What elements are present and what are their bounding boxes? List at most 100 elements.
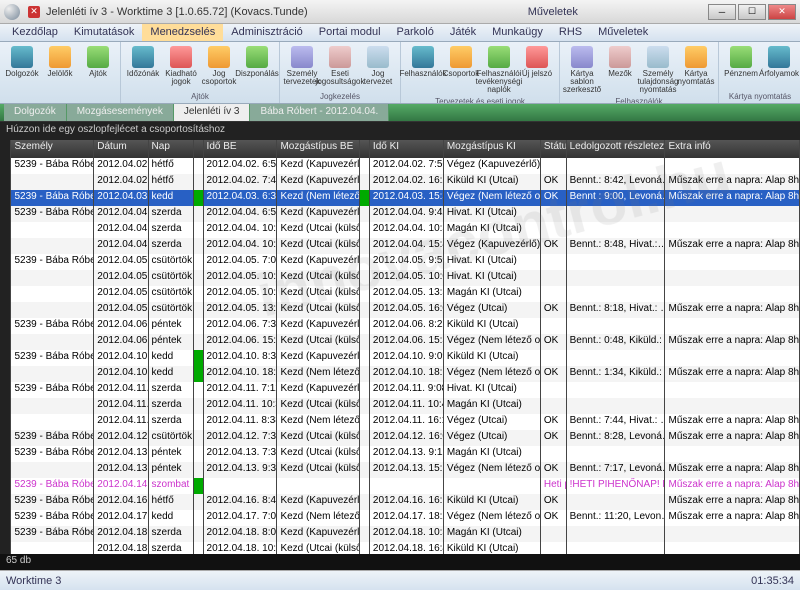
ribbon-mezők[interactable]: Mezők bbox=[602, 44, 638, 96]
cell: Kezd (Utcai (külső ol… bbox=[277, 446, 360, 462]
table-row[interactable]: 2012.04.04.szerda2012.04.04. 10:16Kezd (… bbox=[0, 222, 800, 238]
table-row[interactable]: 2012.04.11.szerda2012.04.11. 10:39Kezd (… bbox=[0, 398, 800, 414]
menu-kimutatások[interactable]: Kimutatások bbox=[66, 24, 143, 41]
quick-close-icon[interactable]: ✕ bbox=[28, 6, 40, 18]
table-row[interactable]: 5239 - Bába Róbert2012.04.12.csütörtök20… bbox=[0, 430, 800, 446]
cell: Kezd (Kapuvezérlő) bbox=[277, 174, 360, 190]
menu-parkoló[interactable]: Parkoló bbox=[389, 24, 442, 41]
table-row[interactable]: 2012.04.05.csütörtök2012.04.05. 10:04Kez… bbox=[0, 286, 800, 302]
col-header[interactable]: Státusz bbox=[541, 140, 567, 158]
ribbon-dolgozók[interactable]: Dolgozók bbox=[4, 44, 40, 100]
menu-játék[interactable]: Játék bbox=[442, 24, 484, 41]
minimize-button[interactable]: ─ bbox=[708, 4, 736, 20]
col-header[interactable]: Idő KI bbox=[370, 140, 444, 158]
ribbon-jelölők[interactable]: Jelölők bbox=[42, 44, 78, 100]
ribbon-időzónák[interactable]: Időzónák bbox=[125, 44, 161, 91]
col-header[interactable]: Idő BE bbox=[204, 140, 278, 158]
col-header[interactable] bbox=[360, 140, 370, 158]
col-header[interactable]: Ledolgozott részletez bbox=[567, 140, 666, 158]
cell: !HETI PIHENŐNAP! Le… bbox=[567, 478, 666, 494]
table-row[interactable]: 2012.04.02.hétfő2012.04.02. 7:42Kezd (Ka… bbox=[0, 174, 800, 190]
cell: Kezd (Kapuvezérlő) bbox=[277, 382, 360, 398]
table-row[interactable]: 2012.04.18.szerda2012.04.18. 10:34Kezd (… bbox=[0, 542, 800, 554]
menu-menedzselés[interactable]: Menedzselés bbox=[142, 24, 223, 41]
ribbon-új-jelszó[interactable]: Új jelszó bbox=[519, 44, 555, 96]
tab-dolgozók[interactable]: Dolgozók bbox=[4, 104, 67, 121]
table-row[interactable]: 5239 - Bába Róbert2012.04.11.szerda2012.… bbox=[0, 382, 800, 398]
table-row[interactable]: 2012.04.10.kedd2012.04.10. 18:15Kezd (Ne… bbox=[0, 366, 800, 382]
tab-mozgásesemények[interactable]: Mozgásesemények bbox=[67, 104, 174, 121]
ribbon-jog-tervezet[interactable]: Jog tervezet bbox=[360, 44, 396, 91]
table-row[interactable]: 5239 - Bába Róbert2012.04.14.szombatHeti… bbox=[0, 478, 800, 494]
table-row[interactable]: 5239 - Bába Róbert2012.04.16.hétfő2012.0… bbox=[0, 494, 800, 510]
ribbon-jog-csoportok[interactable]: Jog csoportok bbox=[201, 44, 237, 91]
table-row[interactable]: 5239 - Bába Róbert2012.04.06.péntek2012.… bbox=[0, 318, 800, 334]
cell: Műszak erre a napra: Alap 8h (Törz… bbox=[665, 366, 800, 382]
cell: 2012.04.10. bbox=[94, 366, 148, 382]
col-header[interactable]: Mozgástípus KI bbox=[444, 140, 541, 158]
cell: Kezd (Utcai (külső ol… bbox=[277, 270, 360, 286]
col-header[interactable]: Extra infó bbox=[665, 140, 800, 158]
table-row[interactable]: 5239 - Bába Róbert2012.04.03.kedd2012.04… bbox=[0, 190, 800, 206]
ribbon-ajtók[interactable]: Ajtók bbox=[80, 44, 116, 100]
cell bbox=[541, 206, 567, 222]
col-header[interactable]: Személy bbox=[11, 140, 94, 158]
cell: Végez (Nem létező olvasó) bbox=[444, 510, 541, 526]
col-header[interactable]: Nap bbox=[149, 140, 194, 158]
cell: 2012.04.12. 7:35 bbox=[204, 430, 278, 446]
cell: Kiküld KI (Utcai) bbox=[444, 174, 541, 190]
maximize-button[interactable]: ☐ bbox=[738, 4, 766, 20]
ribbon-kiadható-jogok[interactable]: Kiadható jogok bbox=[163, 44, 199, 91]
cell: Bennt.: 8:18, Hivat.: … bbox=[567, 302, 666, 318]
ribbon-eseti-jogosultságok[interactable]: Eseti jogosultságok bbox=[322, 44, 358, 91]
grid[interactable]: SzemélyDátumNap Idő BEMozgástípus BE Idő K… bbox=[0, 140, 800, 554]
table-row[interactable]: 5239 - Bába Róbert2012.04.18.szerda2012.… bbox=[0, 526, 800, 542]
table-row[interactable]: 2012.04.05.csütörtök2012.04.05. 13:25Kez… bbox=[0, 302, 800, 318]
cell: 2012.04.11. 7:12 bbox=[204, 382, 278, 398]
tab-jelenléti-ív-3[interactable]: Jelenléti ív 3 bbox=[174, 104, 251, 121]
col-header[interactable]: Dátum bbox=[94, 140, 148, 158]
table-row[interactable]: 5239 - Bába Róbert2012.04.02.hétfő2012.0… bbox=[0, 158, 800, 174]
ribbon-személy-tulajdonság-nyomtatás[interactable]: Személy tulajdonság nyomtatás bbox=[640, 44, 676, 96]
ribbon-csoportok[interactable]: Csoportok bbox=[443, 44, 479, 96]
table-row[interactable]: 2012.04.06.péntek2012.04.06. 15:25Kezd (… bbox=[0, 334, 800, 350]
cell: 2012.04.02. bbox=[94, 174, 148, 190]
menu-portai modul[interactable]: Portai modul bbox=[311, 24, 389, 41]
ribbon-felhasználók[interactable]: Felhasználók bbox=[405, 44, 441, 96]
col-header[interactable]: Mozgástípus BE bbox=[277, 140, 360, 158]
ribbon-kártya-sablon-szerkesztő[interactable]: Kártya sablon szerkesztő bbox=[564, 44, 600, 96]
group-by-hint[interactable]: Húzzon ide egy oszlopfejlécet a csoporto… bbox=[0, 122, 800, 140]
ribbon-árfolyamok[interactable]: Árfolyamok bbox=[761, 44, 797, 91]
table-row[interactable]: 2012.04.04.szerda2012.04.04. 10:39Kezd (… bbox=[0, 238, 800, 254]
table-row[interactable]: 5239 - Bába Róbert2012.04.05.csütörtök20… bbox=[0, 254, 800, 270]
tab-bába-róbert---2012.04.04.[interactable]: Bába Róbert - 2012.04.04. bbox=[250, 104, 389, 121]
table-row[interactable]: 2012.04.05.csütörtök2012.04.05. 10:00Kez… bbox=[0, 270, 800, 286]
close-button[interactable]: ✕ bbox=[768, 4, 796, 20]
table-row[interactable]: 5239 - Bába Róbert2012.04.04.szerda2012.… bbox=[0, 206, 800, 222]
cell: 2012.04.10. 8:39 bbox=[204, 350, 278, 366]
menu-rhs[interactable]: RHS bbox=[551, 24, 590, 41]
menu-műveletek[interactable]: Műveletek bbox=[590, 24, 656, 41]
cell bbox=[665, 270, 800, 286]
table-row[interactable]: 2012.04.13.péntek2012.04.13. 9:34Kezd (U… bbox=[0, 462, 800, 478]
table-row[interactable]: 5239 - Bába Róbert2012.04.17.kedd2012.04… bbox=[0, 510, 800, 526]
ribbon-group-label bbox=[4, 100, 116, 101]
ribbon-felhasználói-tevékenységi-naplók[interactable]: Felhasználói tevékenységi naplók bbox=[481, 44, 517, 96]
menu-adminisztráció[interactable]: Adminisztráció bbox=[223, 24, 311, 41]
ribbon-kártya-nyomtatás[interactable]: Kártya nyomtatás bbox=[678, 44, 714, 96]
table-row[interactable]: 5239 - Bába Róbert2012.04.13.péntek2012.… bbox=[0, 446, 800, 462]
ribbon-icon bbox=[170, 46, 192, 68]
table-row[interactable]: 5239 - Bába Róbert2012.04.10.kedd2012.04… bbox=[0, 350, 800, 366]
cell: kedd bbox=[149, 366, 194, 382]
ribbon-pénznem[interactable]: Pénznem bbox=[723, 44, 759, 91]
menu-kezdőlap[interactable]: Kezdőlap bbox=[4, 24, 66, 41]
quick-access-menu[interactable]: Műveletek bbox=[528, 6, 578, 18]
ribbon-diszponálás[interactable]: Diszponálás bbox=[239, 44, 275, 91]
col-header[interactable] bbox=[194, 140, 204, 158]
menu-munkaügy[interactable]: Munkaügy bbox=[484, 24, 551, 41]
cell: 2012.04.02. 16:22 bbox=[370, 174, 444, 190]
col-header[interactable] bbox=[0, 140, 11, 158]
ribbon-icon bbox=[11, 46, 33, 68]
cell: 5239 - Bába Róbert bbox=[11, 510, 94, 526]
table-row[interactable]: 2012.04.11.szerda2012.04.11. 8:38Kezd (N… bbox=[0, 414, 800, 430]
